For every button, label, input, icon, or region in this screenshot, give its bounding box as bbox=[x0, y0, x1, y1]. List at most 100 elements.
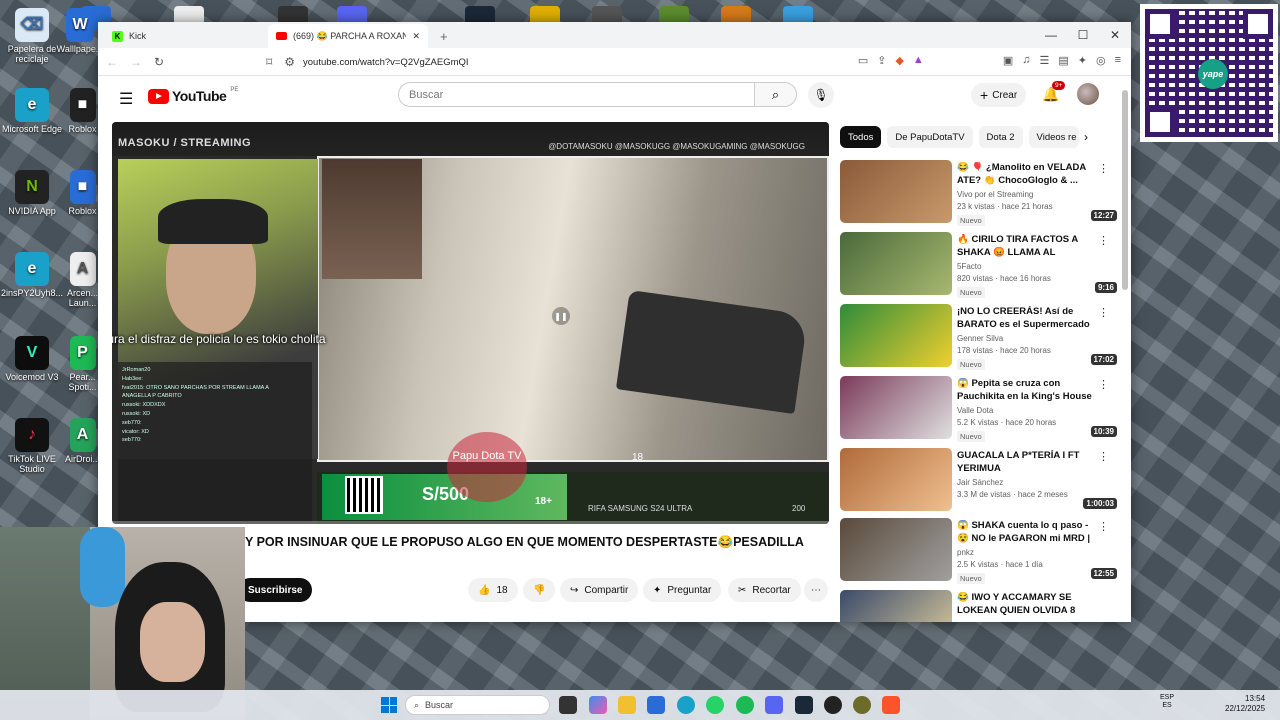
game-taskbar-icon[interactable] bbox=[853, 696, 871, 714]
more-options-icon[interactable]: ⋮ bbox=[1098, 450, 1109, 463]
reading-list-icon[interactable]: ☰ bbox=[1039, 54, 1049, 67]
more-options-icon[interactable]: ⋮ bbox=[1098, 234, 1109, 247]
recommendation-item[interactable]: 17:02 ¡NO LO CREERÁS! Así de BARATO es e… bbox=[840, 304, 1120, 370]
share-button[interactable]: ↪ Compartir bbox=[560, 578, 639, 602]
extensions-icon[interactable]: ✦ bbox=[1078, 54, 1087, 67]
chat-line: russoki: XD bbox=[122, 410, 151, 417]
hamburger-menu-icon[interactable]: ☰ bbox=[119, 89, 133, 109]
filter-chips: Todos De PapuDotaTV Dota 2 Videos re bbox=[840, 126, 1079, 148]
taskbar-search[interactable]: ⌕ Buscar bbox=[405, 695, 550, 715]
ask-label: Preguntar bbox=[667, 584, 712, 596]
chip-all[interactable]: Todos bbox=[840, 126, 882, 148]
avatar[interactable] bbox=[1077, 83, 1099, 105]
tab-youtube[interactable]: (669) 😂 PARCHA A ROXANY ✕ bbox=[268, 24, 428, 48]
system-clock[interactable]: 13:54 22/12/2025 bbox=[1225, 694, 1265, 715]
notifications-badge: 9+ bbox=[1052, 81, 1066, 90]
chip-related[interactable]: Videos re bbox=[1028, 126, 1079, 148]
create-button[interactable]: + Crear bbox=[971, 83, 1027, 107]
site-info-icon[interactable]: ⚙ bbox=[284, 55, 295, 69]
roblox-icon: ■ bbox=[69, 88, 96, 122]
desktop-icon-edge-shortcut[interactable]: e 2insPY2Uyh8... bbox=[0, 252, 64, 299]
window-controls: — ☐ ✕ bbox=[1035, 22, 1131, 48]
more-options-icon[interactable]: ⋮ bbox=[1098, 162, 1109, 175]
music-icon[interactable]: ♫ bbox=[1022, 54, 1030, 67]
vpn-icon[interactable]: ◎ bbox=[1096, 54, 1106, 67]
video-player[interactable]: MASOKU / STREAMING @DOTAMASOKU @MASOKUGG… bbox=[112, 122, 829, 524]
brave-taskbar-icon[interactable] bbox=[882, 696, 900, 714]
desktop-icon-voicemod[interactable]: V Voicemod V3 bbox=[0, 336, 64, 383]
brave-shield-icon[interactable]: ◆ bbox=[895, 54, 903, 67]
share-icon[interactable]: ⇪ bbox=[877, 54, 886, 67]
clip-button[interactable]: ✂ Recortar bbox=[728, 578, 801, 602]
recommendation-item[interactable]: 10:39 😱 Pepita se cruza con Pauchikita e… bbox=[840, 376, 1120, 442]
recommendation-item[interactable]: 12:27 😂 🎈 ¿Manolito en VELADA ATE? 👏 Cho… bbox=[840, 160, 1120, 226]
language-indicator[interactable]: ESP ES bbox=[1160, 694, 1174, 711]
dislike-button[interactable]: 👎 bbox=[523, 578, 556, 602]
windows-start-icon[interactable] bbox=[381, 697, 397, 713]
wallet-icon[interactable]: ▤ bbox=[1058, 54, 1068, 67]
desktop-icon-edge[interactable]: e Microsoft Edge bbox=[0, 88, 64, 135]
voice-search-button[interactable]: 🎙 bbox=[808, 82, 834, 108]
copilot-icon[interactable] bbox=[589, 696, 607, 714]
bookmark-icon[interactable]: ⌑ bbox=[266, 55, 272, 69]
recommendation-channel: 5Facto bbox=[957, 262, 982, 271]
desktop-icon-label: Voicemod V3 bbox=[5, 372, 59, 382]
back-icon[interactable]: ← bbox=[106, 55, 118, 69]
like-button[interactable]: 👍 18 bbox=[468, 578, 518, 602]
recommendation-meta: 2.5 K vistas · hace 1 día bbox=[957, 560, 1043, 569]
close-button[interactable]: ✕ bbox=[1099, 22, 1131, 48]
video-progress-bar[interactable] bbox=[112, 521, 829, 524]
desktop-icon-label: Roblox bbox=[68, 206, 97, 216]
task-view-icon[interactable] bbox=[559, 696, 577, 714]
recommendation-item[interactable]: 😂 IWO Y ACCAMARY SE LOKEAN QUIEN OLVIDA … bbox=[840, 590, 1120, 622]
chat-line: russoki: XDDXDX bbox=[122, 402, 166, 409]
more-options-icon[interactable]: ⋮ bbox=[1098, 306, 1109, 319]
recommendation-channel: Vivo por el Streaming bbox=[957, 190, 1034, 199]
whatsapp-icon[interactable] bbox=[706, 696, 724, 714]
recommendation-item[interactable]: 9:16 🔥 CIRILO TIRA FACTOS A SHAKA 😡 LLAM… bbox=[840, 232, 1120, 298]
cast-icon[interactable]: ▭ bbox=[858, 54, 868, 67]
youtube-favicon-icon bbox=[276, 32, 287, 40]
desktop-icon-tiktok-live[interactable]: ♪ TikTok LIVE Studio bbox=[0, 418, 64, 475]
store-icon[interactable] bbox=[647, 696, 665, 714]
more-options-icon[interactable]: ⋮ bbox=[1098, 378, 1109, 391]
file-explorer-icon[interactable] bbox=[618, 696, 636, 714]
search-input[interactable]: Buscar bbox=[398, 82, 755, 107]
chevron-right-icon[interactable]: › bbox=[1084, 130, 1088, 144]
url-field[interactable]: youtube.com/watch?v=Q2VgZAEGmQI bbox=[303, 57, 469, 68]
sidebar-icon[interactable]: ▣ bbox=[1003, 54, 1013, 67]
recommendation-item[interactable]: 1:00:03 GUACALA LA P*TERÍA I FT YERIMUA … bbox=[840, 448, 1120, 512]
more-actions-button[interactable]: ⋯ bbox=[804, 578, 828, 602]
maximize-button[interactable]: ☐ bbox=[1067, 22, 1099, 48]
discord-taskbar-icon[interactable] bbox=[765, 696, 783, 714]
recommendation-item[interactable]: 12:55 😱 SHAKA cuenta lo q paso - 😵 NO le… bbox=[840, 518, 1120, 584]
desktop-icon-nvidia[interactable]: N NVIDIA App bbox=[0, 170, 64, 217]
game-hud-number: 18 bbox=[632, 452, 644, 463]
pause-icon[interactable]: ❚❚ bbox=[552, 307, 570, 325]
minimize-button[interactable]: — bbox=[1035, 22, 1067, 48]
chip-dota2[interactable]: Dota 2 bbox=[978, 126, 1023, 148]
close-tab-icon[interactable]: ✕ bbox=[412, 31, 420, 42]
steam-taskbar-icon[interactable] bbox=[795, 696, 813, 714]
tab-kick[interactable]: K Kick bbox=[104, 24, 264, 48]
ask-button[interactable]: ✦ Preguntar bbox=[643, 578, 722, 602]
subscribe-button[interactable]: Suscribirse bbox=[238, 578, 313, 602]
search-button[interactable]: ⌕ bbox=[755, 82, 797, 107]
language-sub: ES bbox=[1162, 702, 1172, 710]
edge-taskbar-icon[interactable] bbox=[677, 696, 695, 714]
more-options-icon[interactable]: ⋮ bbox=[1098, 520, 1109, 533]
obs-taskbar-icon[interactable] bbox=[824, 696, 842, 714]
new-tab-button[interactable]: + bbox=[432, 24, 456, 48]
rewards-icon[interactable]: ▲ bbox=[913, 54, 924, 67]
tab-label: Kick bbox=[129, 31, 147, 41]
stream-brand: MASOKU / STREAMING bbox=[118, 137, 252, 149]
recommendation-title: 🔥 CIRILO TIRA FACTOS A SHAKA 😡 LLAMA AL … bbox=[957, 234, 1078, 260]
live-chat-caption: RK_Peach: !mura el disfraz de policia lo… bbox=[112, 332, 326, 346]
reload-icon[interactable]: ↻ bbox=[154, 55, 164, 69]
menu-icon[interactable]: ≡ bbox=[1115, 54, 1121, 67]
forward-icon[interactable]: → bbox=[130, 55, 142, 69]
spotify-taskbar-icon[interactable] bbox=[736, 696, 754, 714]
chip-channel[interactable]: De PapuDotaTV bbox=[887, 126, 973, 148]
youtube-logo[interactable]: YouTube PE bbox=[148, 87, 238, 104]
page-scrollbar[interactable] bbox=[1122, 90, 1128, 290]
